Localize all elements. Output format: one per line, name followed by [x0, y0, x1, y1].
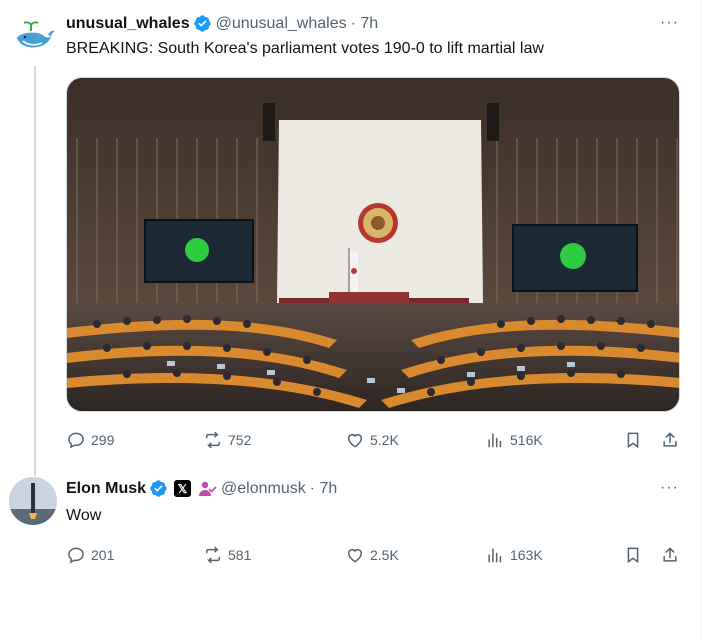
reply-count: 201 — [91, 547, 115, 563]
author-handle[interactable]: @elonmusk — [221, 480, 306, 498]
repost-button[interactable]: 752 — [203, 428, 251, 452]
share-button[interactable] — [660, 428, 680, 452]
like-count: 2.5K — [370, 547, 399, 563]
timestamp[interactable]: · 7h — [310, 480, 338, 498]
author-name[interactable]: Elon Musk — [66, 480, 146, 498]
views-count: 516K — [510, 432, 543, 448]
views-button[interactable]: 516K — [485, 428, 543, 452]
bookmark-icon — [627, 547, 639, 564]
reply-text: Wow — [66, 507, 102, 524]
more-icon[interactable]: ··· — [660, 14, 682, 34]
timestamp[interactable]: · 7h — [351, 15, 379, 33]
author-name[interactable]: unusual_whales — [66, 15, 190, 33]
thread-connector-line — [34, 66, 36, 476]
x-affiliate-badge-icon[interactable]: 𝕏 — [174, 480, 192, 497]
views-button[interactable]: 163K — [485, 543, 543, 567]
repost-button[interactable]: 581 — [203, 543, 251, 567]
reply-icon — [68, 432, 84, 449]
verified-icon[interactable] — [149, 479, 168, 498]
more-icon[interactable]: ··· — [660, 479, 682, 499]
avatar[interactable] — [9, 14, 57, 62]
tweet-text: BREAKING: South Korea's parliament votes… — [66, 40, 544, 57]
verified-icon[interactable] — [193, 14, 212, 33]
views-icon — [488, 548, 502, 563]
affiliate-person-icon[interactable] — [197, 480, 217, 498]
rocket-launch-avatar-icon — [9, 477, 57, 525]
views-count: 163K — [510, 547, 543, 563]
bookmark-button[interactable] — [623, 428, 643, 452]
like-count: 5.2K — [370, 432, 399, 448]
share-button[interactable] — [660, 543, 680, 567]
like-icon — [348, 549, 362, 563]
avatar[interactable] — [9, 477, 57, 525]
reply-icon — [68, 547, 84, 564]
like-icon — [348, 434, 362, 448]
reply-button[interactable]: 299 — [66, 428, 114, 452]
like-button[interactable]: 2.5K — [345, 543, 399, 567]
tweet-header: unusual_whales @unusual_whales · 7h — [66, 14, 378, 33]
repost-icon — [206, 431, 220, 449]
reply-action-bar: 201 581 2.5K 163K — [66, 543, 686, 567]
timeline-border — [700, 0, 701, 640]
whale-logo-icon — [9, 14, 57, 62]
tweet-media-image[interactable] — [66, 77, 680, 412]
parliament-chamber-image — [67, 78, 679, 411]
reply-button[interactable]: 201 — [66, 543, 114, 567]
reply-header: Elon Musk 𝕏 @elonmusk · 7h — [66, 479, 337, 498]
repost-count: 752 — [228, 432, 252, 448]
bookmark-button[interactable] — [623, 543, 643, 567]
share-icon — [663, 432, 677, 447]
bookmark-icon — [627, 432, 639, 449]
repost-count: 581 — [228, 547, 252, 563]
reply-count: 299 — [91, 432, 115, 448]
repost-icon — [206, 546, 220, 564]
share-icon — [663, 547, 677, 562]
author-handle[interactable]: @unusual_whales — [216, 15, 347, 33]
like-button[interactable]: 5.2K — [345, 428, 399, 452]
views-icon — [488, 433, 502, 448]
tweet-action-bar: 299 752 5.2K 516K — [66, 428, 686, 452]
